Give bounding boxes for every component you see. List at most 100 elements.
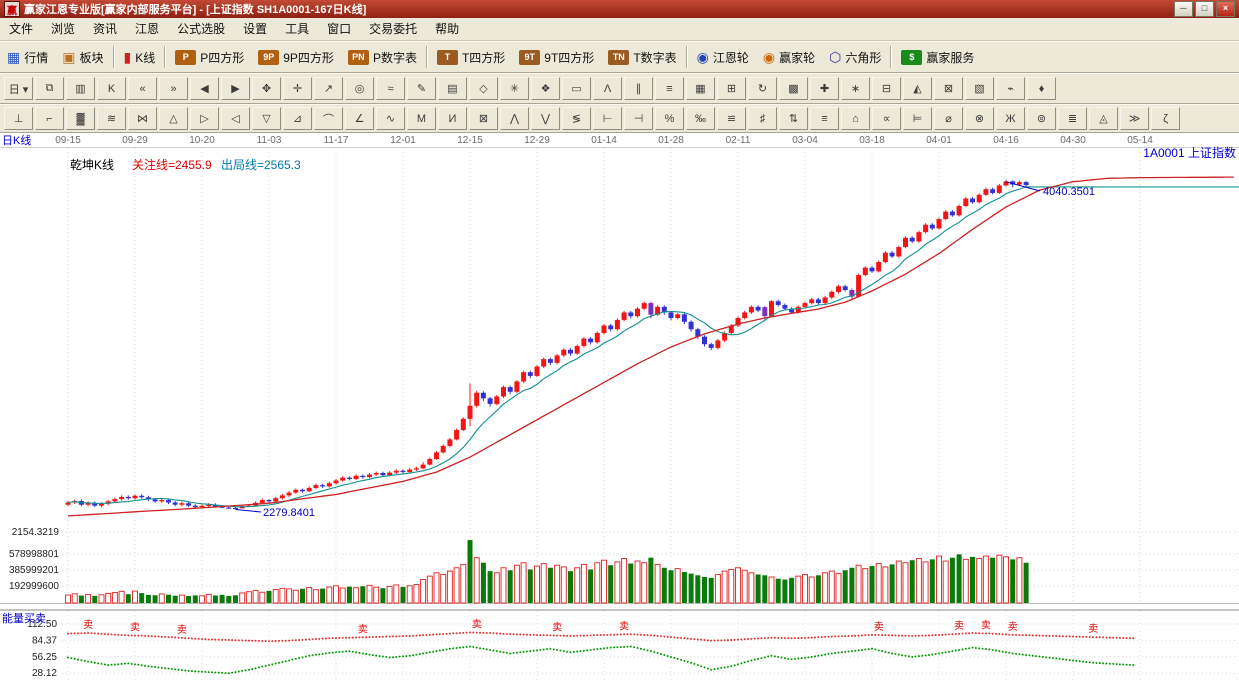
toolbar-item-赢家服务[interactable]: $ 赢家服务 — [894, 42, 981, 72]
drawing-tool-icon[interactable]: ▷ — [190, 107, 219, 130]
drawing-tool-icon[interactable]: ✳ — [500, 77, 529, 100]
menu-item-工具[interactable]: 工具 — [276, 18, 318, 40]
drawing-tool-icon[interactable]: △ — [159, 107, 188, 130]
drawing-tool-icon[interactable]: ≈ — [376, 77, 405, 100]
drawing-tool-icon[interactable]: ▭ — [562, 77, 591, 100]
drawing-tool-icon[interactable]: ≣ — [1058, 107, 1087, 130]
drawing-tool-icon[interactable]: » — [159, 77, 188, 100]
drawing-tool-icon[interactable]: ∝ — [872, 107, 901, 130]
drawing-tool-icon[interactable]: Λ — [593, 77, 622, 100]
drawing-tool-icon[interactable]: ⊟ — [872, 77, 901, 100]
drawing-tool-icon[interactable]: ∿ — [376, 107, 405, 130]
drawing-tool-icon[interactable]: ⌒ — [314, 107, 343, 130]
drawing-tool-icon[interactable]: ⊞ — [717, 77, 746, 100]
menu-item-江恩[interactable]: 江恩 — [126, 18, 168, 40]
drawing-tool-icon[interactable]: И — [438, 107, 467, 130]
drawing-tool-icon[interactable]: ✎ — [407, 77, 436, 100]
toolbar-item-label: P四方形 — [200, 50, 245, 65]
drawing-tool-icon[interactable]: ▧ — [965, 77, 994, 100]
drawing-tool-icon[interactable]: ≡ — [655, 77, 684, 100]
drawing-tool-icon[interactable]: « — [128, 77, 157, 100]
menu-item-交易委托[interactable]: 交易委托 — [360, 18, 426, 40]
drawing-tool-icon[interactable]: ♯ — [748, 107, 777, 130]
toolbar-item-T数字表[interactable]: TN T数字表 — [601, 42, 683, 72]
menu-item-帮助[interactable]: 帮助 — [426, 18, 468, 40]
drawing-tool-icon[interactable]: ⊣ — [624, 107, 653, 130]
drawing-tool-icon[interactable]: ⊿ — [283, 107, 312, 130]
toolbar-item-T四方形[interactable]: T T四方形 — [430, 42, 512, 72]
drawing-tool-icon[interactable]: ≫ — [1120, 107, 1149, 130]
drawing-tool-icon[interactable]: ⌐ — [35, 107, 64, 130]
drawing-tool-icon[interactable]: ⊨ — [903, 107, 932, 130]
drawing-tool-icon[interactable]: % — [655, 107, 684, 130]
drawing-tool-icon[interactable]: ◀ — [190, 77, 219, 100]
drawing-tool-icon[interactable]: ∥ — [624, 77, 653, 100]
drawing-tool-icon[interactable]: ♦ — [1027, 77, 1056, 100]
drawing-tool-icon[interactable]: ▩ — [779, 77, 808, 100]
drawing-tool-icon[interactable]: ⇅ — [779, 107, 808, 130]
drawing-tool-icon[interactable]: ≶ — [562, 107, 591, 130]
toolbar-item-9T四方形[interactable]: 9T 9T四方形 — [512, 42, 601, 72]
drawing-tool-icon[interactable]: ▦ — [686, 77, 715, 100]
drawing-tool-icon[interactable]: ✥ — [252, 77, 281, 100]
drawing-tool-icon[interactable]: ⊢ — [593, 107, 622, 130]
drawing-tool-icon[interactable]: ◎ — [345, 77, 374, 100]
drawing-tool-icon[interactable]: ⧉ — [35, 77, 64, 100]
drawing-tool-icon[interactable]: ≌ — [717, 107, 746, 130]
toolbar-item-行情[interactable]: ▦ 行情 — [0, 42, 55, 72]
drawing-tool-icon[interactable]: ⊠ — [469, 107, 498, 130]
menu-item-设置[interactable]: 设置 — [234, 18, 276, 40]
drawing-tool-icon[interactable]: ⌀ — [934, 107, 963, 130]
maximize-button[interactable]: □ — [1195, 1, 1214, 17]
drawing-tool-icon[interactable]: ⊥ — [4, 107, 33, 130]
drawing-tool-icon[interactable]: ▶ — [221, 77, 250, 100]
drawing-tool-icon[interactable]: Ж — [996, 107, 1025, 130]
toolbar-item-9P四方形[interactable]: 9P 9P四方形 — [251, 42, 341, 72]
drawing-tool-icon[interactable]: ⊚ — [1027, 107, 1056, 130]
drawing-tool-icon[interactable]: ✚ — [810, 77, 839, 100]
drawing-tool-icon[interactable]: ⌁ — [996, 77, 1025, 100]
toolbar-item-P数字表[interactable]: PN P数字表 — [341, 42, 424, 72]
drawing-tool-icon[interactable]: ▤ — [438, 77, 467, 100]
drawing-tool-icon[interactable]: ⊗ — [965, 107, 994, 130]
drawing-tool-icon[interactable]: ≋ — [97, 107, 126, 130]
menu-item-公式选股[interactable]: 公式选股 — [168, 18, 234, 40]
drawing-tool-icon[interactable]: ∗ — [841, 77, 870, 100]
drawing-tool-icon[interactable]: ◇ — [469, 77, 498, 100]
menu-item-浏览[interactable]: 浏览 — [42, 18, 84, 40]
drawing-tool-icon[interactable]: ⋈ — [128, 107, 157, 130]
toolbar-item-江恩轮[interactable]: ◉ 江恩轮 — [690, 42, 756, 72]
drawing-tool-icon[interactable]: ⋀ — [500, 107, 529, 130]
drawing-tool-icon[interactable]: ◁ — [221, 107, 250, 130]
menu-item-窗口[interactable]: 窗口 — [318, 18, 360, 40]
toolbar-item-P四方形[interactable]: P P四方形 — [168, 42, 251, 72]
drawing-tool-icon[interactable]: ❖ — [531, 77, 560, 100]
drawing-tool-icon[interactable]: M — [407, 107, 436, 130]
drawing-tool-icon[interactable]: ⊠ — [934, 77, 963, 100]
drawing-tool-icon[interactable]: K — [97, 77, 126, 100]
drawing-tool-icon[interactable]: ⌂ — [841, 107, 870, 130]
drawing-tool-icon[interactable]: ≡ — [810, 107, 839, 130]
drawing-tool-icon[interactable]: ⋁ — [531, 107, 560, 130]
drawing-tool-icon[interactable]: ∠ — [345, 107, 374, 130]
toolbar-item-赢家轮[interactable]: ◉ 赢家轮 — [756, 42, 822, 72]
drawing-tool-icon[interactable]: ζ — [1151, 107, 1180, 130]
drawing-tool-icon[interactable]: ↗ — [314, 77, 343, 100]
drawing-tool-icon[interactable]: ✛ — [283, 77, 312, 100]
menu-item-文件[interactable]: 文件 — [0, 18, 42, 40]
drawing-tool-icon[interactable]: ▽ — [252, 107, 281, 130]
minimize-button[interactable]: ─ — [1174, 1, 1193, 17]
drawing-tool-icon[interactable]: ↻ — [748, 77, 777, 100]
toolbar-item-六角形[interactable]: ⬡ 六角形 — [822, 42, 888, 72]
kline-chart[interactable]: 09-15 09-29 10-20 11-03 11-17 12-01 12-15 12-29… — [0, 133, 1239, 684]
drawing-tool-icon[interactable]: ▓ — [66, 107, 95, 130]
drawing-tool-icon[interactable]: ▥ — [66, 77, 95, 100]
toolbar-item-K线[interactable]: ▮ K线 — [117, 42, 163, 72]
drawing-tool-icon[interactable]: ◬ — [1089, 107, 1118, 130]
menu-item-资讯[interactable]: 资讯 — [84, 18, 126, 40]
drawing-tool-icon[interactable]: ◭ — [903, 77, 932, 100]
drawing-tool-icon[interactable]: ‰ — [686, 107, 715, 130]
close-button[interactable]: × — [1216, 1, 1235, 17]
toolbar-item-板块[interactable]: ▣ 板块 — [55, 42, 110, 72]
drawing-tool-icon[interactable]: 日 ▾ — [4, 77, 33, 100]
